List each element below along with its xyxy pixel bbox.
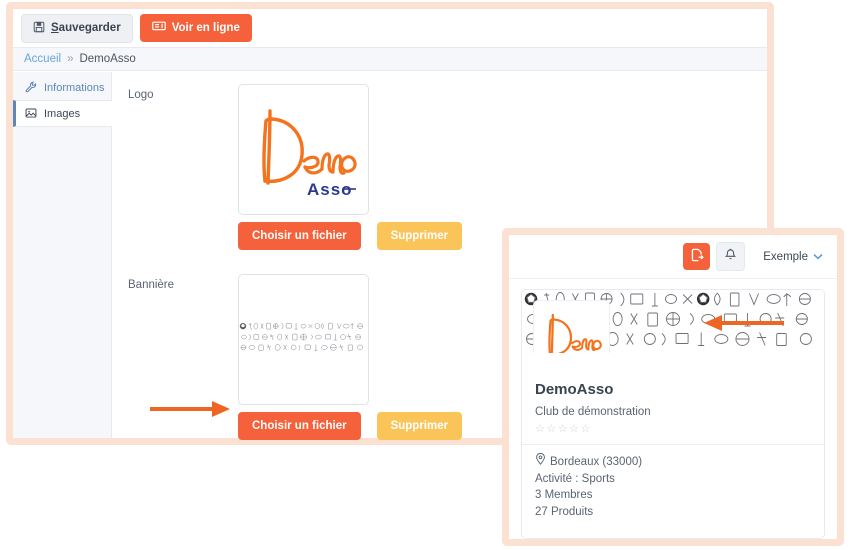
file-export-button[interactable] (683, 243, 711, 270)
card-logo: Asso (533, 300, 610, 353)
file-export-icon (690, 248, 704, 265)
sidebar-item-informations-label: Informations (44, 81, 105, 94)
notifications-button[interactable] (716, 242, 746, 271)
logo-preview: Asso (238, 84, 369, 215)
sidebar-item-informations[interactable]: Informations (13, 75, 111, 100)
card-location-label: Bordeaux (33000) (550, 455, 643, 468)
breadcrumb: Accueil » DemoAsso (13, 47, 767, 71)
sidebar-item-images[interactable]: Images (13, 100, 112, 127)
image-icon (25, 107, 38, 120)
sidebar-item-images-label: Images (44, 107, 81, 120)
banner-choose-file-button[interactable]: Choisir un fichier (238, 412, 361, 440)
card-text-block: DemoAsso Club de démonstration ☆☆☆☆☆ (522, 353, 824, 435)
breadcrumb-home-link[interactable]: Accueil (24, 53, 61, 65)
banner-field-label: Bannière (128, 279, 175, 291)
breadcrumb-separator: » (67, 53, 74, 65)
preview-header: Exemple (509, 235, 837, 279)
view-online-label: Voir en ligne (171, 22, 240, 34)
card-meta-block: Bordeaux (33000) Activité : Sports 3 Mem… (522, 445, 824, 520)
card-activity-label: Activité : Sports (535, 472, 615, 485)
logo-field-label: Logo (128, 89, 154, 101)
card-location-line: Bordeaux (33000) (535, 452, 811, 471)
editor-toolbar: Sauvegarder Voir en ligne (13, 9, 767, 47)
site-preview-panel: Exemple DemoAsso Club de démonstration ☆… (502, 228, 844, 546)
logo-delete-button[interactable]: Supprimer (376, 222, 463, 250)
card-title: DemoAsso (535, 381, 614, 398)
chevron-down-icon (813, 251, 823, 263)
card-products-label: 27 Produits (535, 505, 594, 518)
card-subtitle: Club de démonstration (535, 406, 651, 418)
view-online-button[interactable]: Voir en ligne (139, 14, 252, 42)
save-disk-icon (33, 21, 45, 36)
bell-icon (724, 248, 737, 266)
card-members-label: 3 Membres (535, 489, 593, 501)
rating-stars[interactable]: ☆☆☆☆☆ (535, 422, 811, 435)
logo-artwork-icon: Asso (261, 108, 357, 199)
wrench-icon (25, 81, 38, 94)
screenshot-root: Sauvegarder Voir en ligne Accueil » Demo… (0, 0, 850, 550)
preview-body: Asso DemoAsso Club de démonstration ☆☆☆☆… (509, 279, 837, 539)
logo-choose-file-button[interactable]: Choisir un fichier (238, 222, 361, 250)
logo-field-row: Logo Asso (128, 84, 767, 215)
user-menu[interactable]: Exemple (751, 247, 829, 267)
banner-delete-button[interactable]: Supprimer (376, 412, 463, 440)
card-logo-artwork-icon: Asso (537, 306, 606, 353)
association-card[interactable]: Asso DemoAsso Club de démonstration ☆☆☆☆… (521, 289, 825, 539)
banner-artwork-icon (239, 320, 368, 359)
map-pin-icon (535, 452, 546, 471)
breadcrumb-current: DemoAsso (79, 53, 136, 65)
monitor-icon (151, 21, 166, 35)
user-menu-label: Exemple (763, 250, 808, 263)
save-button-label: Sauvegarder (51, 22, 121, 34)
banner-preview (238, 274, 369, 405)
card-banner: Asso (522, 290, 824, 353)
save-button[interactable]: Sauvegarder (21, 13, 133, 43)
editor-sidebar: Informations Images (13, 72, 112, 438)
